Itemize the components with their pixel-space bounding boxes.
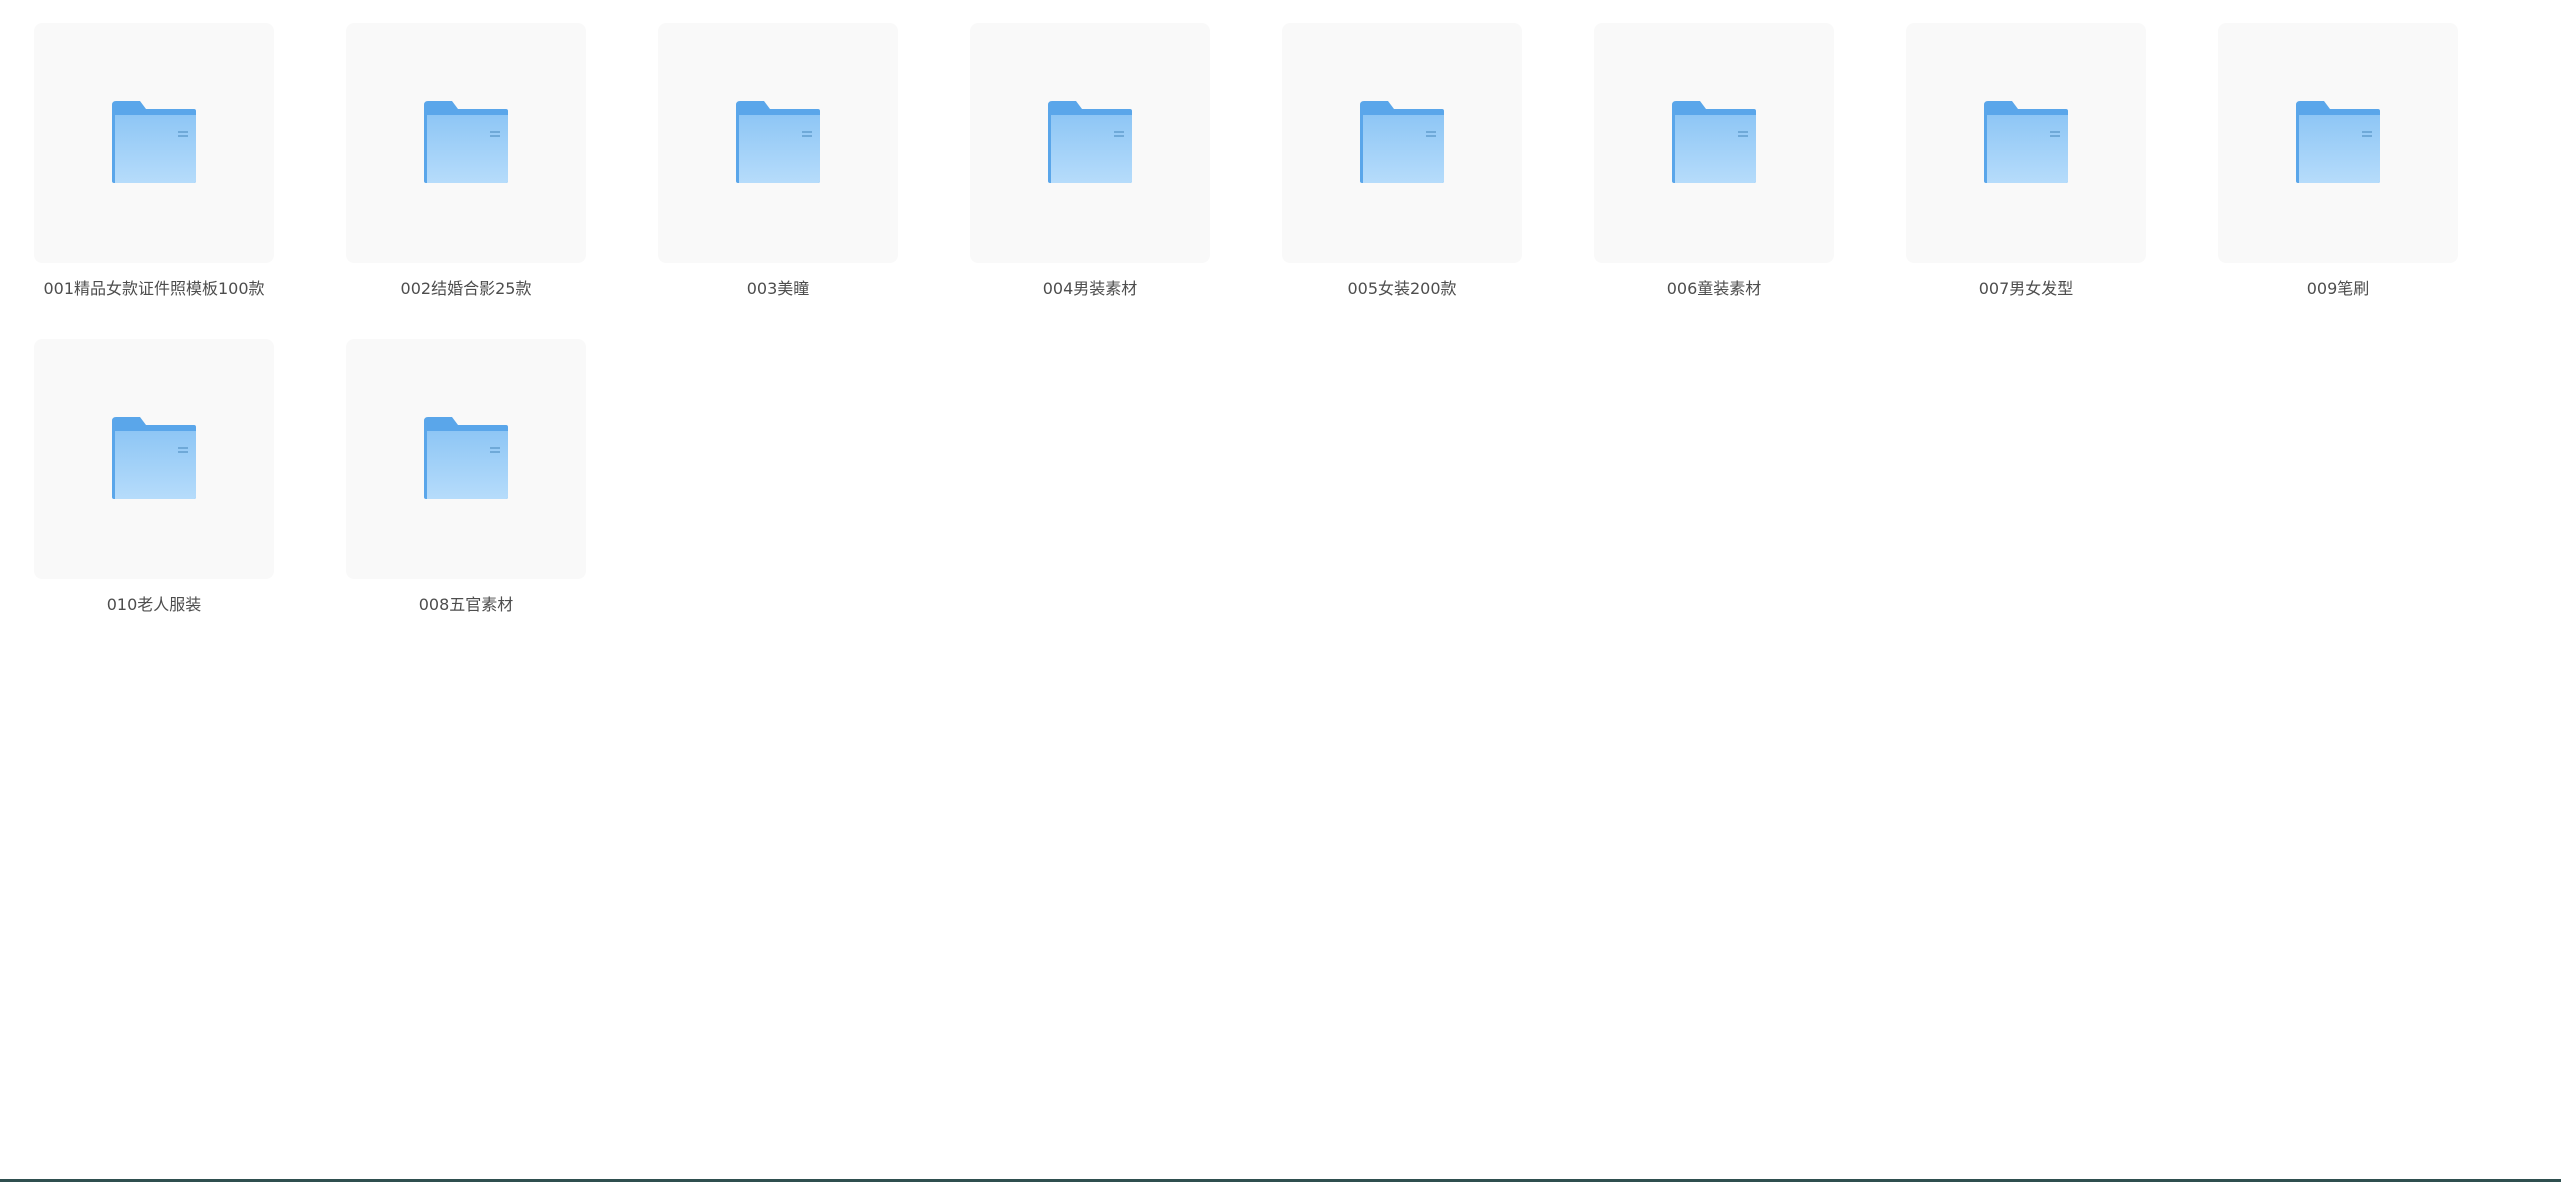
folder-item[interactable]: 009笔刷 [2218, 23, 2458, 299]
folder-grid: 001精品女款证件照模板100款 002结婚合影25款 003美瞳 004男装素… [34, 23, 2458, 615]
folder-item[interactable]: 007男女发型 [1906, 23, 2146, 299]
folder-thumbnail[interactable] [34, 339, 274, 579]
folder-item[interactable]: 008五官素材 [346, 339, 586, 615]
folder-icon [424, 101, 508, 183]
folder-thumbnail[interactable] [1282, 23, 1522, 263]
folder-icon [112, 417, 196, 499]
folder-item[interactable]: 006童装素材 [1594, 23, 1834, 299]
folder-item[interactable]: 004男装素材 [970, 23, 1210, 299]
folder-name: 007男女发型 [1978, 279, 2074, 298]
folder-item[interactable]: 005女装200款 [1282, 23, 1522, 299]
folder-thumbnail[interactable] [658, 23, 898, 263]
folder-icon [2296, 101, 2380, 183]
folder-name: 001精品女款证件照模板100款 [43, 279, 265, 298]
folder-name: 010老人服装 [106, 595, 202, 614]
folder-item[interactable]: 010老人服装 [34, 339, 274, 615]
folder-thumbnail[interactable] [2218, 23, 2458, 263]
folder-name: 003美瞳 [746, 279, 810, 298]
folder-name: 002结婚合影25款 [400, 279, 532, 298]
folder-thumbnail[interactable] [34, 23, 274, 263]
folder-icon [424, 417, 508, 499]
folder-name: 004男装素材 [1042, 279, 1138, 298]
folder-thumbnail[interactable] [346, 339, 586, 579]
folder-icon [1048, 101, 1132, 183]
folder-thumbnail[interactable] [346, 23, 586, 263]
folder-icon [1360, 101, 1444, 183]
folder-item[interactable]: 003美瞳 [658, 23, 898, 299]
folder-icon [1984, 101, 2068, 183]
file-browser: 001精品女款证件照模板100款 002结婚合影25款 003美瞳 004男装素… [0, 0, 2561, 1182]
folder-icon [1672, 101, 1756, 183]
folder-name: 006童装素材 [1666, 279, 1762, 298]
folder-icon [736, 101, 820, 183]
folder-thumbnail[interactable] [1906, 23, 2146, 263]
folder-name: 005女装200款 [1347, 279, 1457, 298]
folder-item[interactable]: 001精品女款证件照模板100款 [34, 23, 274, 299]
folder-icon [112, 101, 196, 183]
folder-item[interactable]: 002结婚合影25款 [346, 23, 586, 299]
folder-name: 008五官素材 [418, 595, 514, 614]
folder-thumbnail[interactable] [1594, 23, 1834, 263]
folder-thumbnail[interactable] [970, 23, 1210, 263]
folder-name: 009笔刷 [2306, 279, 2370, 298]
